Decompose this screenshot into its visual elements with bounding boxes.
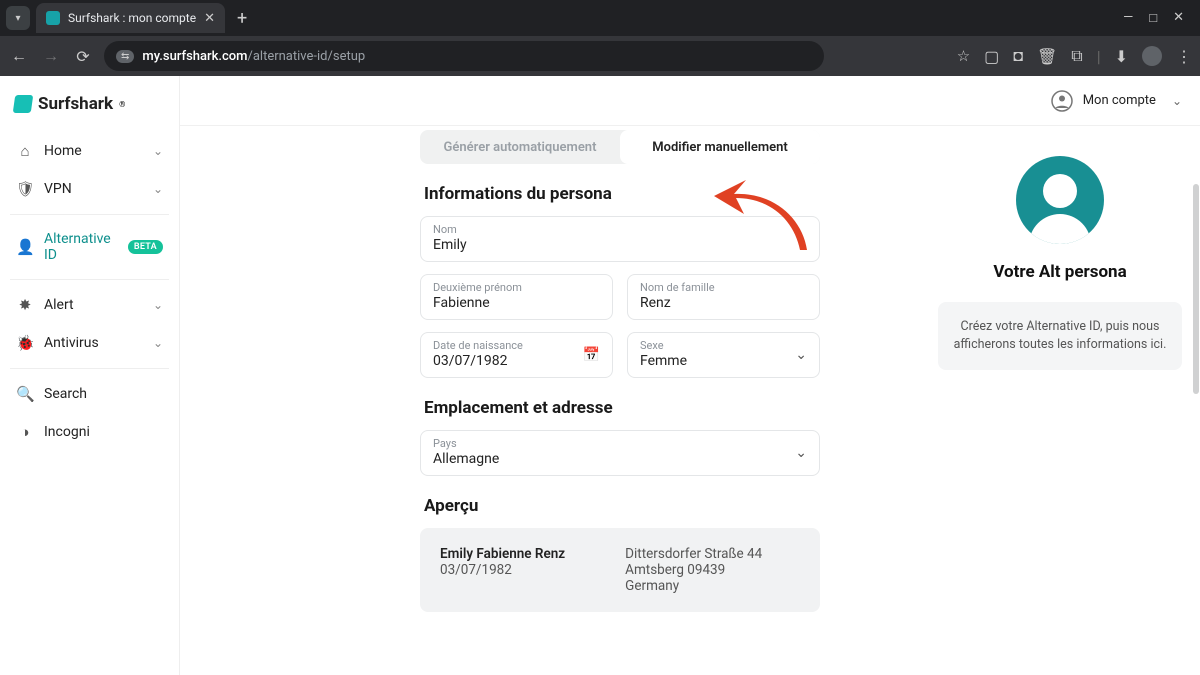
browser-toolbar: ← → ⟳ ⇆ my.surfshark.com/alternative-id/…: [0, 36, 1200, 76]
field-value: Emily: [433, 237, 807, 253]
preview-country: Germany: [625, 578, 679, 594]
back-button[interactable]: ←: [8, 46, 30, 66]
country-field[interactable]: Pays Allemagne ⌄: [420, 430, 820, 476]
browser-tabstrip: ▾ Surfshark : mon compte ✕ + ― □ ✕: [0, 0, 1200, 36]
shield-icon: 🛡: [16, 180, 34, 198]
divider: |: [1097, 47, 1101, 66]
incogni-icon: ◑: [16, 423, 34, 441]
sidebar-item-vpn[interactable]: 🛡 VPN ⌄: [10, 170, 169, 208]
sex-field[interactable]: Sexe Femme ⌄: [627, 332, 820, 378]
window-controls: ― □ ✕: [1123, 10, 1194, 26]
preview-card: Emily Fabienne Renz 03/07/1982 Dittersdo…: [420, 528, 820, 612]
calendar-icon[interactable]: 📅: [583, 347, 600, 363]
field-value: 03/07/1982: [433, 353, 600, 369]
field-label: Pays: [433, 437, 807, 450]
preview-city: Amtsberg 09439: [625, 562, 725, 578]
sidebar-item-antivirus[interactable]: 🐞 Antivirus ⌄: [10, 324, 169, 362]
browser-tab[interactable]: Surfshark : mon compte ✕: [36, 3, 225, 33]
sidebar-item-label: Search: [44, 386, 87, 402]
home-icon: ⌂: [16, 142, 34, 160]
sidebar-item-incogni[interactable]: ◑ Incogni: [10, 413, 169, 451]
chevron-down-icon: ⌄: [153, 336, 163, 350]
bug-icon: 🐞: [16, 334, 34, 352]
preview-street: Dittersdorfer Straße 44: [625, 546, 762, 562]
tab-title: Surfshark : mon compte: [68, 11, 196, 25]
sidebar-item-alternative-id[interactable]: 👤 Alternative ID BETA: [10, 221, 169, 273]
dob-field[interactable]: Date de naissance 03/07/1982 📅: [420, 332, 613, 378]
field-value: Fabienne: [433, 295, 600, 311]
maximize-button[interactable]: □: [1149, 10, 1157, 26]
favicon-icon: [46, 11, 60, 25]
profile-avatar-icon[interactable]: [1142, 46, 1162, 66]
trash-icon[interactable]: 🗑: [1037, 47, 1057, 66]
camera-icon[interactable]: ▢: [984, 47, 999, 66]
close-tab-icon[interactable]: ✕: [204, 11, 215, 26]
right-panel: Votre Alt persona Créez votre Alternativ…: [920, 126, 1200, 675]
url-text: my.surfshark.com/alternative-id/setup: [142, 49, 365, 64]
section-location-title: Emplacement et adresse: [424, 398, 820, 418]
preview-name: Emily Fabienne Renz: [440, 546, 565, 562]
field-label: Nom: [433, 223, 807, 236]
address-bar[interactable]: ⇆ my.surfshark.com/alternative-id/setup: [104, 41, 824, 71]
last-name-field[interactable]: Nom de famille Renz: [627, 274, 820, 320]
field-label: Date de naissance: [433, 339, 600, 352]
field-value: Allemagne: [433, 451, 807, 467]
sidebar-item-home[interactable]: ⌂ Home ⌄: [10, 132, 169, 170]
name-field[interactable]: Nom Emily: [420, 216, 820, 262]
tab-auto-generate[interactable]: Générer automatiquement: [420, 130, 620, 164]
right-message: Créez votre Alternative ID, puis nous af…: [938, 302, 1182, 370]
section-persona-title: Informations du persona: [424, 184, 820, 204]
chevron-down-icon[interactable]: ⌄: [795, 347, 807, 363]
extensions-icon[interactable]: ⧉: [1071, 46, 1082, 66]
user-icon: 👤: [16, 238, 34, 256]
persona-avatar-icon: [1016, 156, 1104, 244]
minimize-button[interactable]: ―: [1123, 10, 1133, 26]
sidebar: Surfshark® ⌂ Home ⌄ 🛡 VPN ⌄ 👤 Alternativ…: [0, 76, 180, 675]
logo-mark-icon: [13, 95, 34, 113]
preview-dob: 03/07/1982: [440, 562, 512, 578]
sidebar-item-label: Antivirus: [44, 335, 99, 351]
sidebar-item-alert[interactable]: ✸ Alert ⌄: [10, 286, 169, 324]
logo[interactable]: Surfshark®: [10, 90, 169, 132]
field-label: Deuxième prénom: [433, 281, 600, 294]
field-label: Sexe: [640, 339, 807, 352]
sidebar-item-label: VPN: [44, 181, 72, 197]
search-icon: 🔍: [16, 385, 34, 403]
forward-button[interactable]: →: [40, 46, 62, 66]
sidebar-item-search[interactable]: 🔍 Search: [10, 375, 169, 413]
field-label: Nom de famille: [640, 281, 807, 294]
sidebar-item-label: Home: [44, 143, 82, 159]
lens-icon[interactable]: ◘: [1013, 46, 1023, 66]
middle-name-field[interactable]: Deuxième prénom Fabienne: [420, 274, 613, 320]
chevron-down-icon: ⌄: [153, 144, 163, 158]
downloads-icon[interactable]: ⬇: [1115, 47, 1128, 66]
alert-icon: ✸: [16, 296, 34, 314]
new-tab-button[interactable]: +: [231, 8, 253, 29]
persona-tabs: Générer automatiquement Modifier manuell…: [420, 130, 820, 164]
sidebar-item-label: Alternative ID: [44, 231, 118, 263]
section-preview-title: Aperçu: [424, 496, 820, 516]
reload-button[interactable]: ⟳: [72, 47, 94, 66]
sidebar-item-label: Alert: [44, 297, 74, 313]
field-value: Renz: [640, 295, 807, 311]
tab-manual-edit[interactable]: Modifier manuellement: [620, 130, 820, 164]
field-value: Femme: [640, 353, 807, 369]
chevron-down-icon: ⌄: [153, 182, 163, 196]
bookmark-icon[interactable]: ☆: [957, 47, 970, 65]
beta-badge: BETA: [128, 240, 163, 254]
tab-search-button[interactable]: ▾: [6, 6, 30, 30]
chevron-down-icon[interactable]: ⌄: [795, 445, 807, 461]
sidebar-item-label: Incogni: [44, 424, 90, 440]
right-title: Votre Alt persona: [938, 262, 1182, 282]
browser-menu-icon[interactable]: ⋮: [1176, 47, 1192, 66]
chevron-down-icon: ⌄: [153, 298, 163, 312]
site-info-icon[interactable]: ⇆: [116, 50, 134, 63]
close-window-button[interactable]: ✕: [1173, 10, 1184, 26]
scrollbar[interactable]: [1193, 184, 1199, 394]
